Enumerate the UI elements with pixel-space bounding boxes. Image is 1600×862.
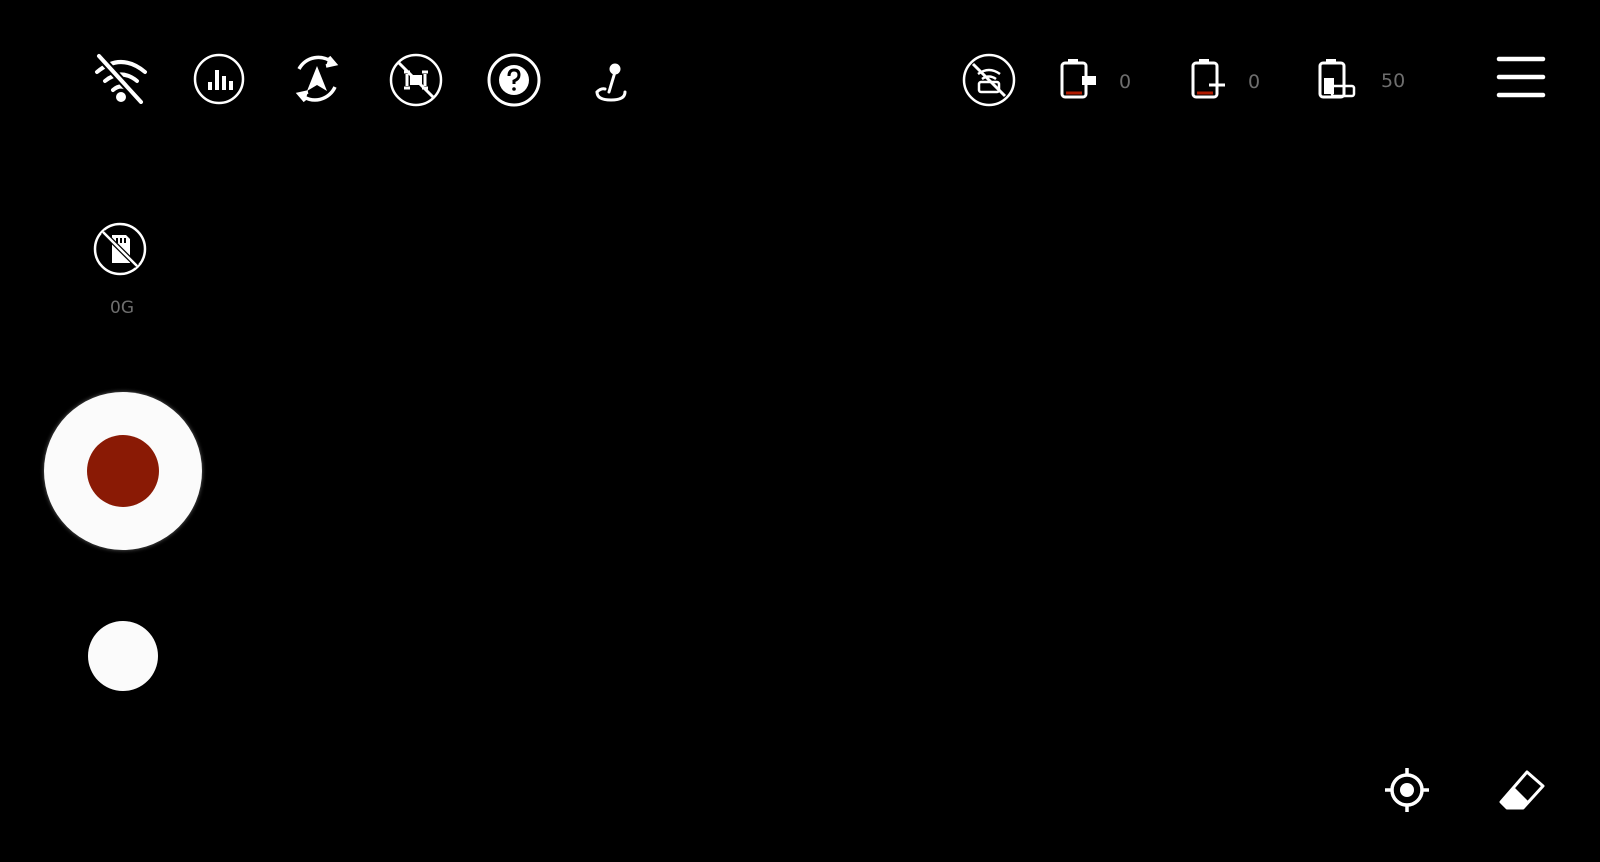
photo-button[interactable] [88,621,158,691]
help-icon[interactable] [486,52,542,108]
drone-battery-value: 0 [1248,71,1261,93]
record-dot [87,435,159,507]
drone-disconnected-icon[interactable] [388,52,444,108]
remote-battery-icon [1058,58,1102,102]
drone-battery-icon [1189,58,1233,102]
menu-icon[interactable] [1496,55,1546,99]
link-off-icon[interactable] [961,52,1017,108]
joystick-icon[interactable] [591,62,631,102]
phone-battery-icon [1316,58,1360,102]
signal-bars-icon[interactable] [192,52,246,106]
record-button[interactable] [44,392,202,550]
sd-card-off-icon[interactable] [92,221,148,277]
remote-battery-value: 0 [1119,71,1132,93]
auto-pilot-icon[interactable] [289,51,345,107]
phone-battery-value: 50 [1381,70,1406,92]
eraser-icon[interactable] [1497,768,1547,814]
storage-label: 0G [110,298,134,318]
wifi-off-icon[interactable] [93,52,149,104]
camera-screen: 0 0 50 0G [0,0,1600,862]
locate-icon[interactable] [1383,766,1431,814]
